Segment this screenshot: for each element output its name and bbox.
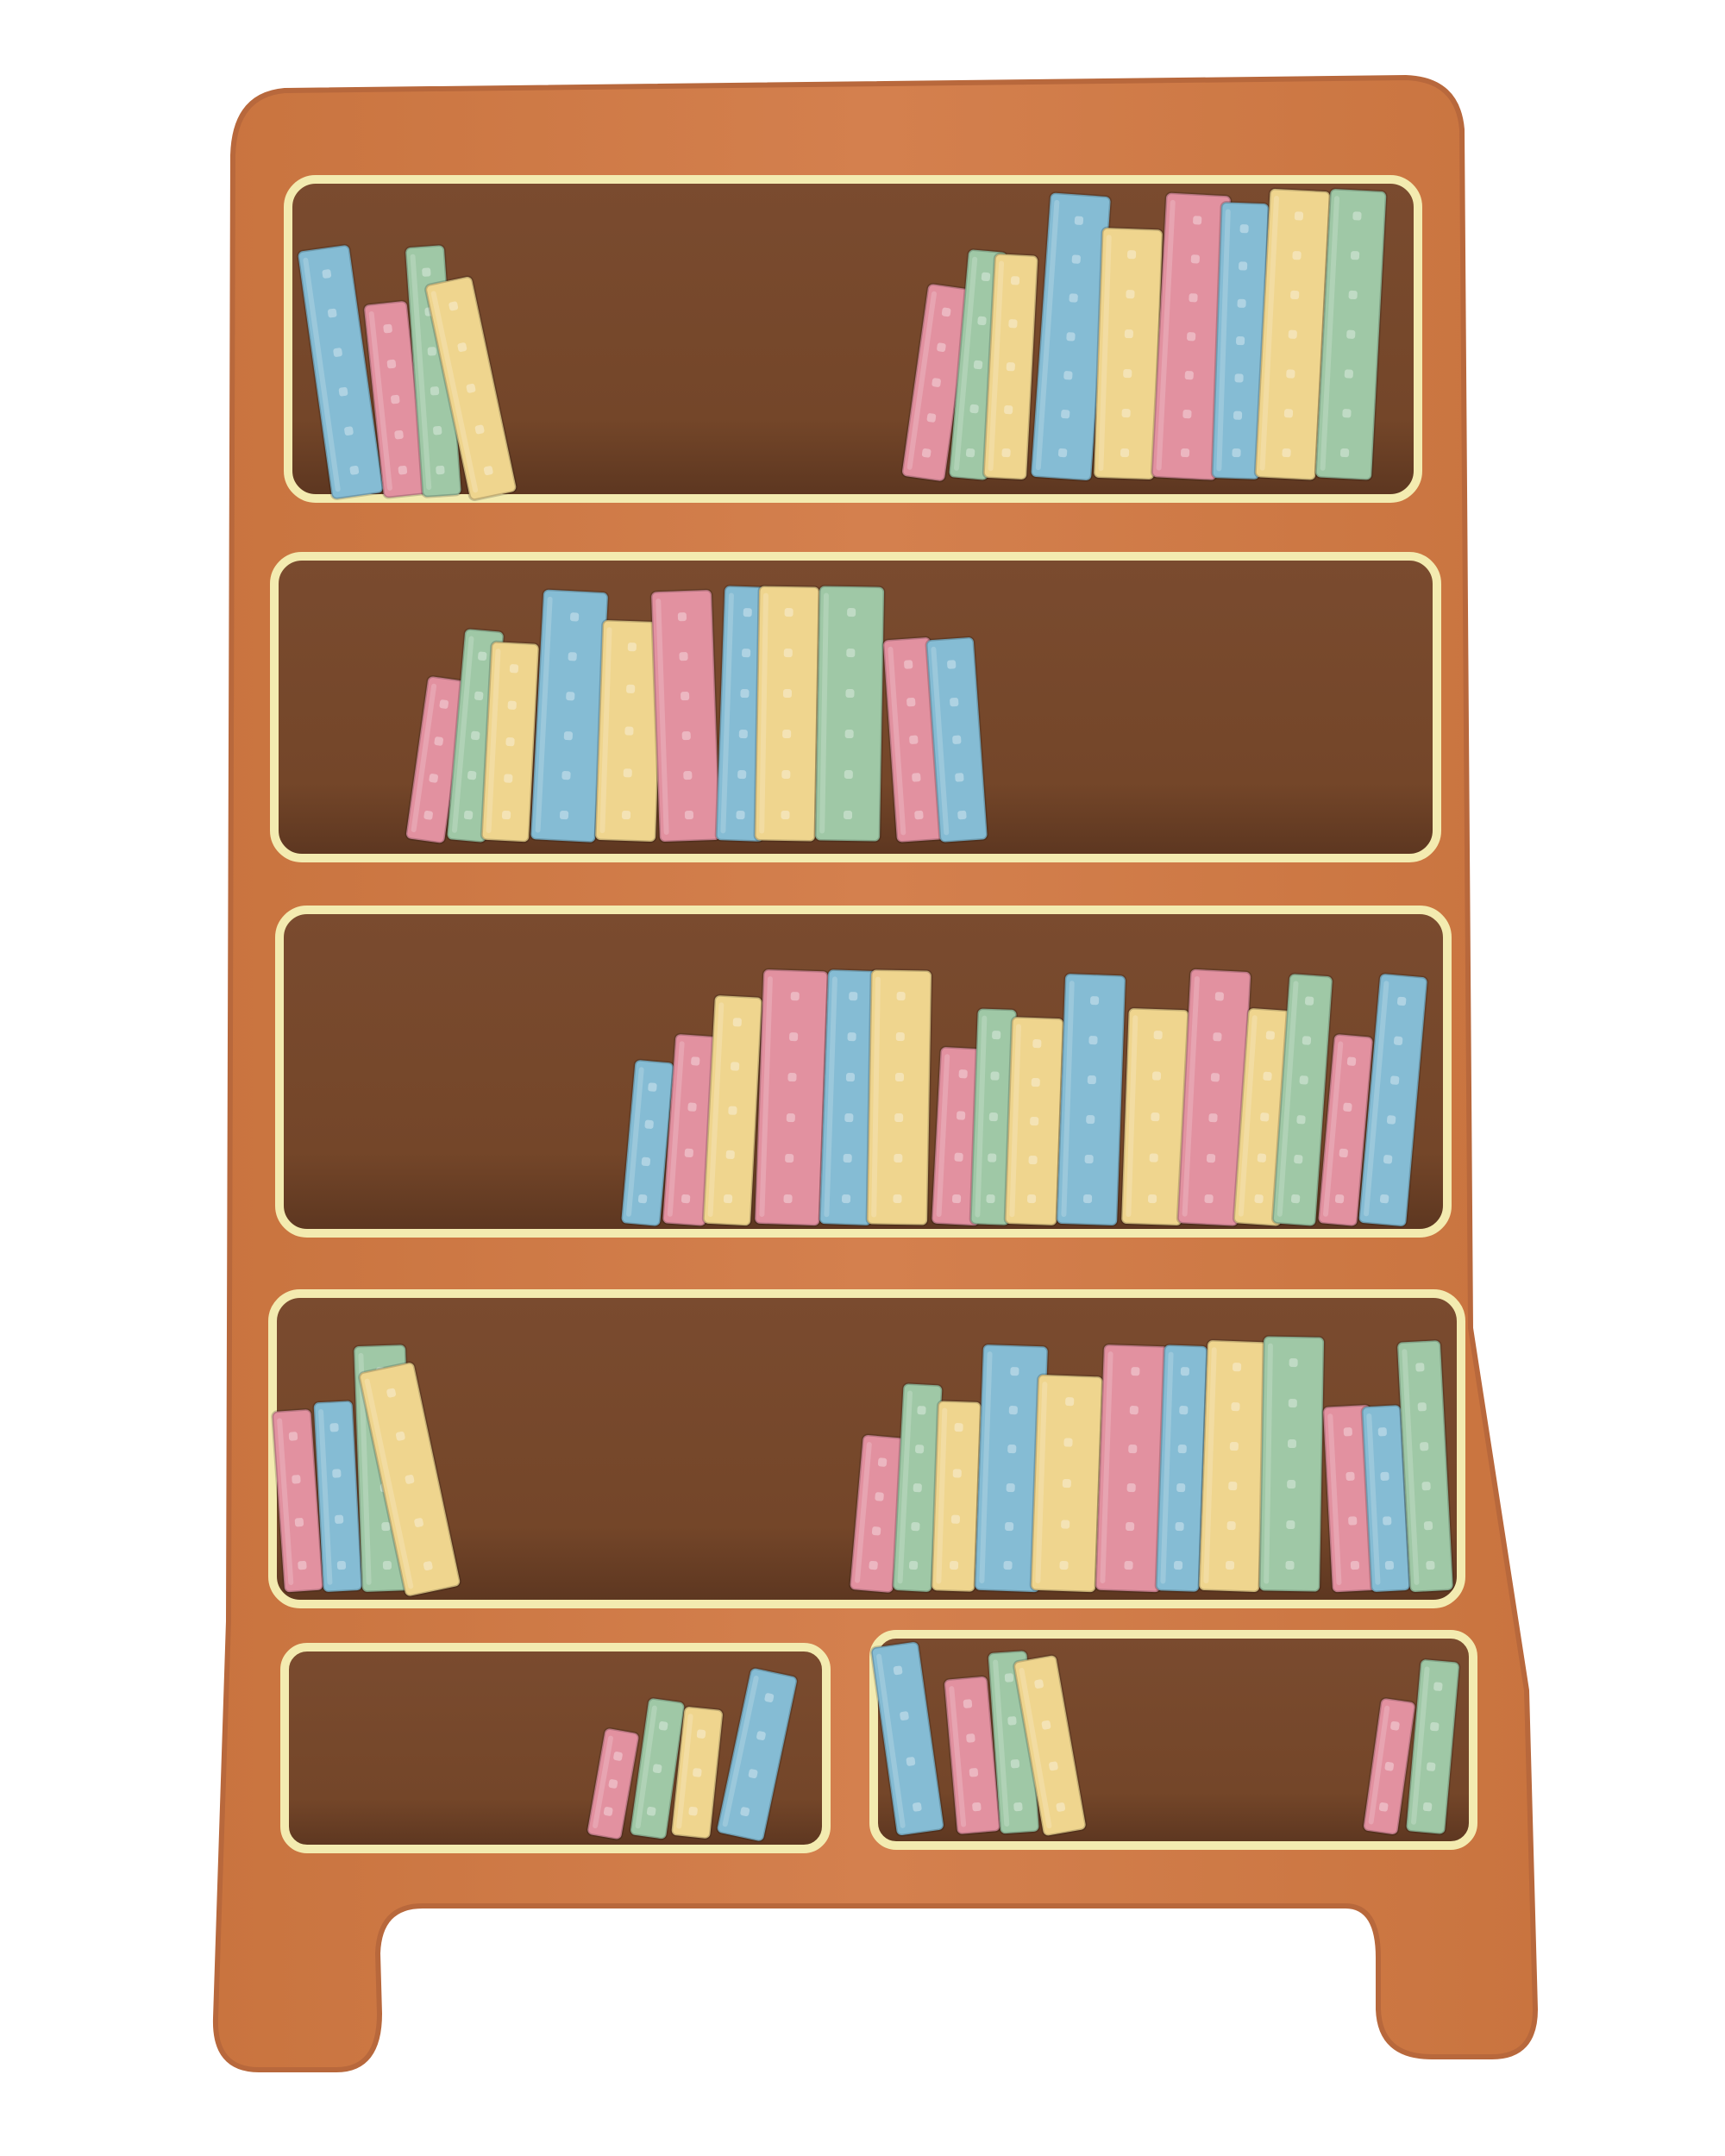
shelf-2 xyxy=(270,552,1441,862)
book-yellow xyxy=(1197,1338,1270,1594)
shelf-3 xyxy=(275,906,1452,1238)
book-yellow xyxy=(1029,1373,1104,1594)
book-yellow xyxy=(930,1399,982,1594)
book-yellow xyxy=(1003,1015,1065,1227)
lower-right-cubby xyxy=(869,1630,1477,1850)
book-pink xyxy=(753,968,830,1227)
shelf-1 xyxy=(284,175,1422,503)
book-green xyxy=(1258,1335,1326,1594)
book-blue xyxy=(312,1399,364,1594)
book-yellow xyxy=(480,640,541,843)
book-yellow xyxy=(753,585,821,843)
bookshelf-scene xyxy=(212,74,1539,2072)
book-yellow xyxy=(701,993,764,1227)
book-yellow xyxy=(865,968,933,1227)
book-blue xyxy=(1055,972,1127,1227)
shelf-4 xyxy=(268,1289,1465,1608)
lower-left-cubby xyxy=(280,1643,831,1853)
book-green xyxy=(813,584,886,843)
book-pink xyxy=(649,588,722,843)
